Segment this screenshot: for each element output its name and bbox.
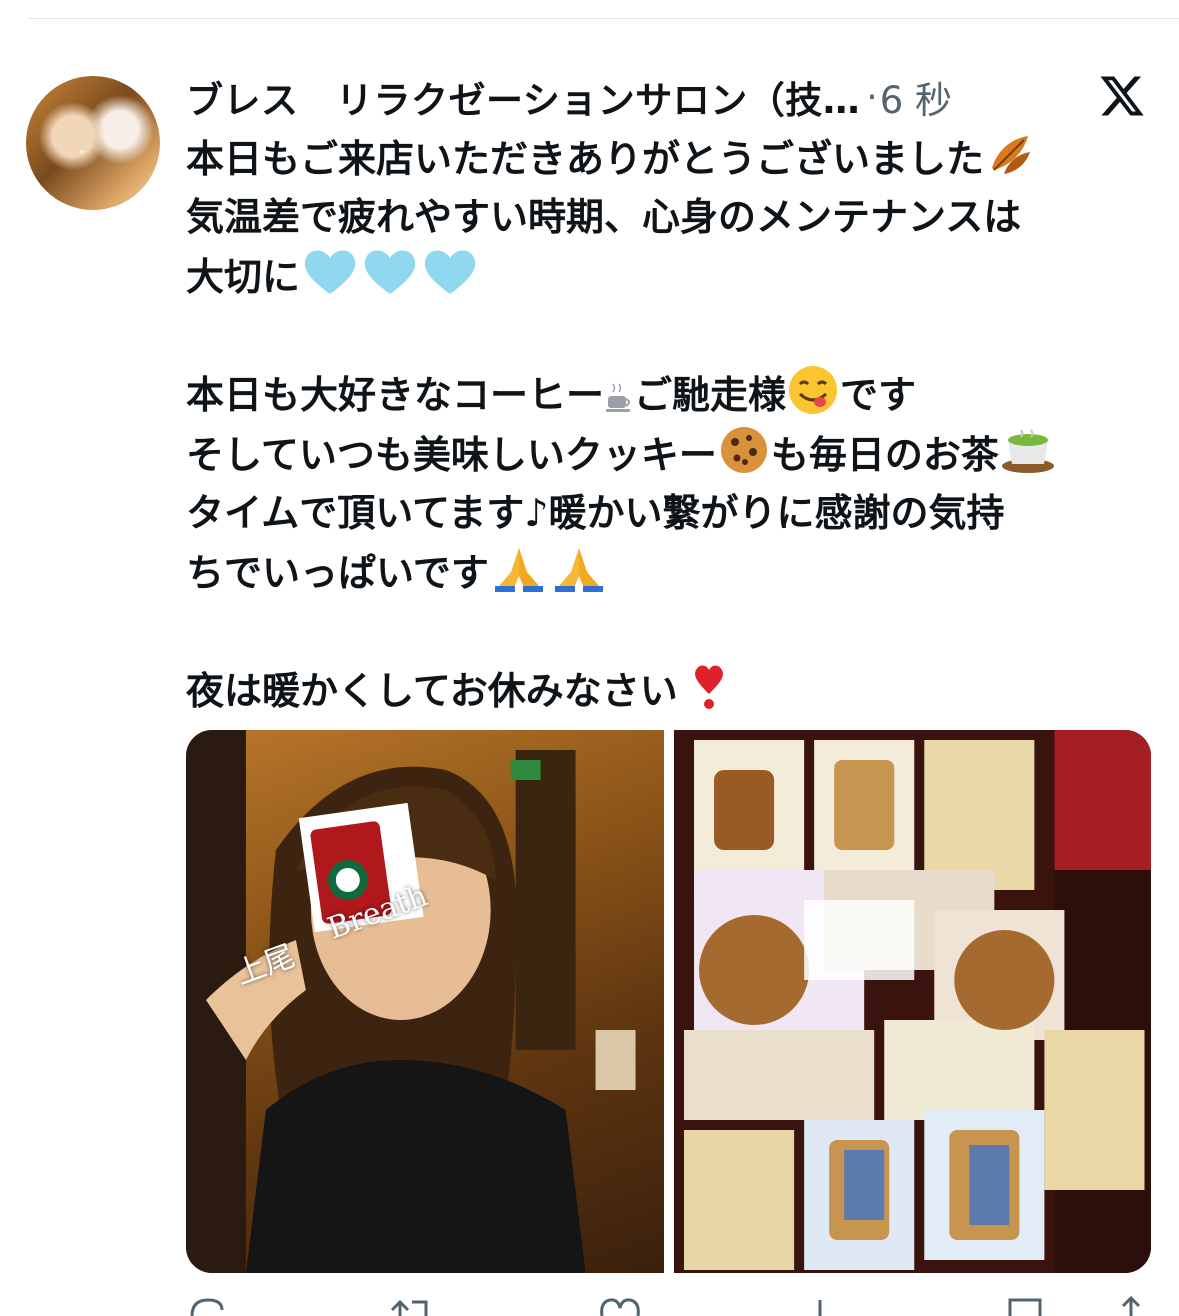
tweet-text: 本日もご来店いただきありがとうございました 気温差で疲れやすい時期、心身のメンテ… (186, 128, 1166, 720)
cookie-emoji (720, 427, 767, 473)
coffee-emoji (606, 383, 631, 412)
savoring-face-emoji (789, 366, 838, 414)
light-blue-heart-emoji (304, 250, 356, 294)
photo-cookie-box[interactable] (673, 730, 1151, 1273)
text-segment: ご馳走様 (634, 373, 787, 417)
author-name[interactable]: ブレス リラクゼーションサロン（技… (186, 70, 860, 124)
text-segment: 本日もご来店いただきありがとうございました (186, 137, 985, 181)
share-icon[interactable] (1116, 1296, 1146, 1316)
fallen-leaf-emoji (992, 136, 1031, 174)
media-grid: 上尾 Breath (186, 730, 1151, 1273)
tweet-line-6: そしていつも美味しいクッキー も毎日のお茶 (186, 424, 1166, 484)
tweet-line-2: 気温差で疲れやすい時期、心身のメンテナンスは (186, 195, 1022, 239)
bookmark-icon[interactable] (1006, 1296, 1046, 1316)
x-logo-icon[interactable] (1098, 72, 1146, 120)
text-segment: ちでいっぱいです (186, 551, 489, 595)
photo-selfie[interactable]: 上尾 Breath (186, 730, 664, 1273)
tweet-line-3: 大切に (186, 246, 1166, 306)
text-segment: そしていつも美味しいクッキー (186, 433, 717, 477)
text-segment: 本日も大好きなコーヒー (186, 373, 605, 417)
text-segment: 夜は暖かくしてお休みなさい (186, 669, 678, 713)
tweet-line-1: 本日もご来店いただきありがとうございました (186, 128, 1166, 188)
avatar-watermark: ✦ (78, 148, 86, 158)
like-icon[interactable] (596, 1296, 644, 1316)
folded-hands-emoji (494, 548, 543, 592)
tweet-line-5: 本日も大好きなコーヒー ご馳走様 です (186, 364, 1166, 424)
tweet-line-8: ちでいっぱいです (186, 542, 1166, 602)
avatar[interactable]: ✦ (26, 76, 160, 210)
text-segment: です (840, 373, 917, 417)
green-tea-emoji (1001, 429, 1054, 473)
action-bar (186, 1296, 1146, 1316)
header-separator: · (866, 76, 878, 118)
tweet-line-7: タイムで頂いてます♪暖かい繋がりに感謝の気持 (186, 491, 1005, 535)
views-icon[interactable] (810, 1296, 830, 1316)
folded-hands-emoji (554, 548, 603, 592)
selfie-illustration (186, 730, 636, 1273)
reply-icon[interactable] (186, 1296, 226, 1316)
tweet-header: ブレス リラクゼーションサロン（技… · 6 秒 (186, 68, 952, 126)
timestamp[interactable]: 6 秒 (880, 70, 952, 124)
retweet-icon[interactable] (386, 1296, 434, 1316)
top-divider (28, 18, 1179, 19)
light-blue-heart-emoji (424, 250, 476, 294)
tweet-line-10: 夜は暖かくしてお休みなさい (186, 660, 1166, 720)
text-segment: も毎日のお茶 (770, 433, 999, 477)
text-segment: 大切に (186, 255, 301, 299)
light-blue-heart-emoji (364, 250, 416, 294)
red-exclamation-emoji (695, 665, 723, 709)
cookie-box-illustration (673, 730, 1151, 1273)
